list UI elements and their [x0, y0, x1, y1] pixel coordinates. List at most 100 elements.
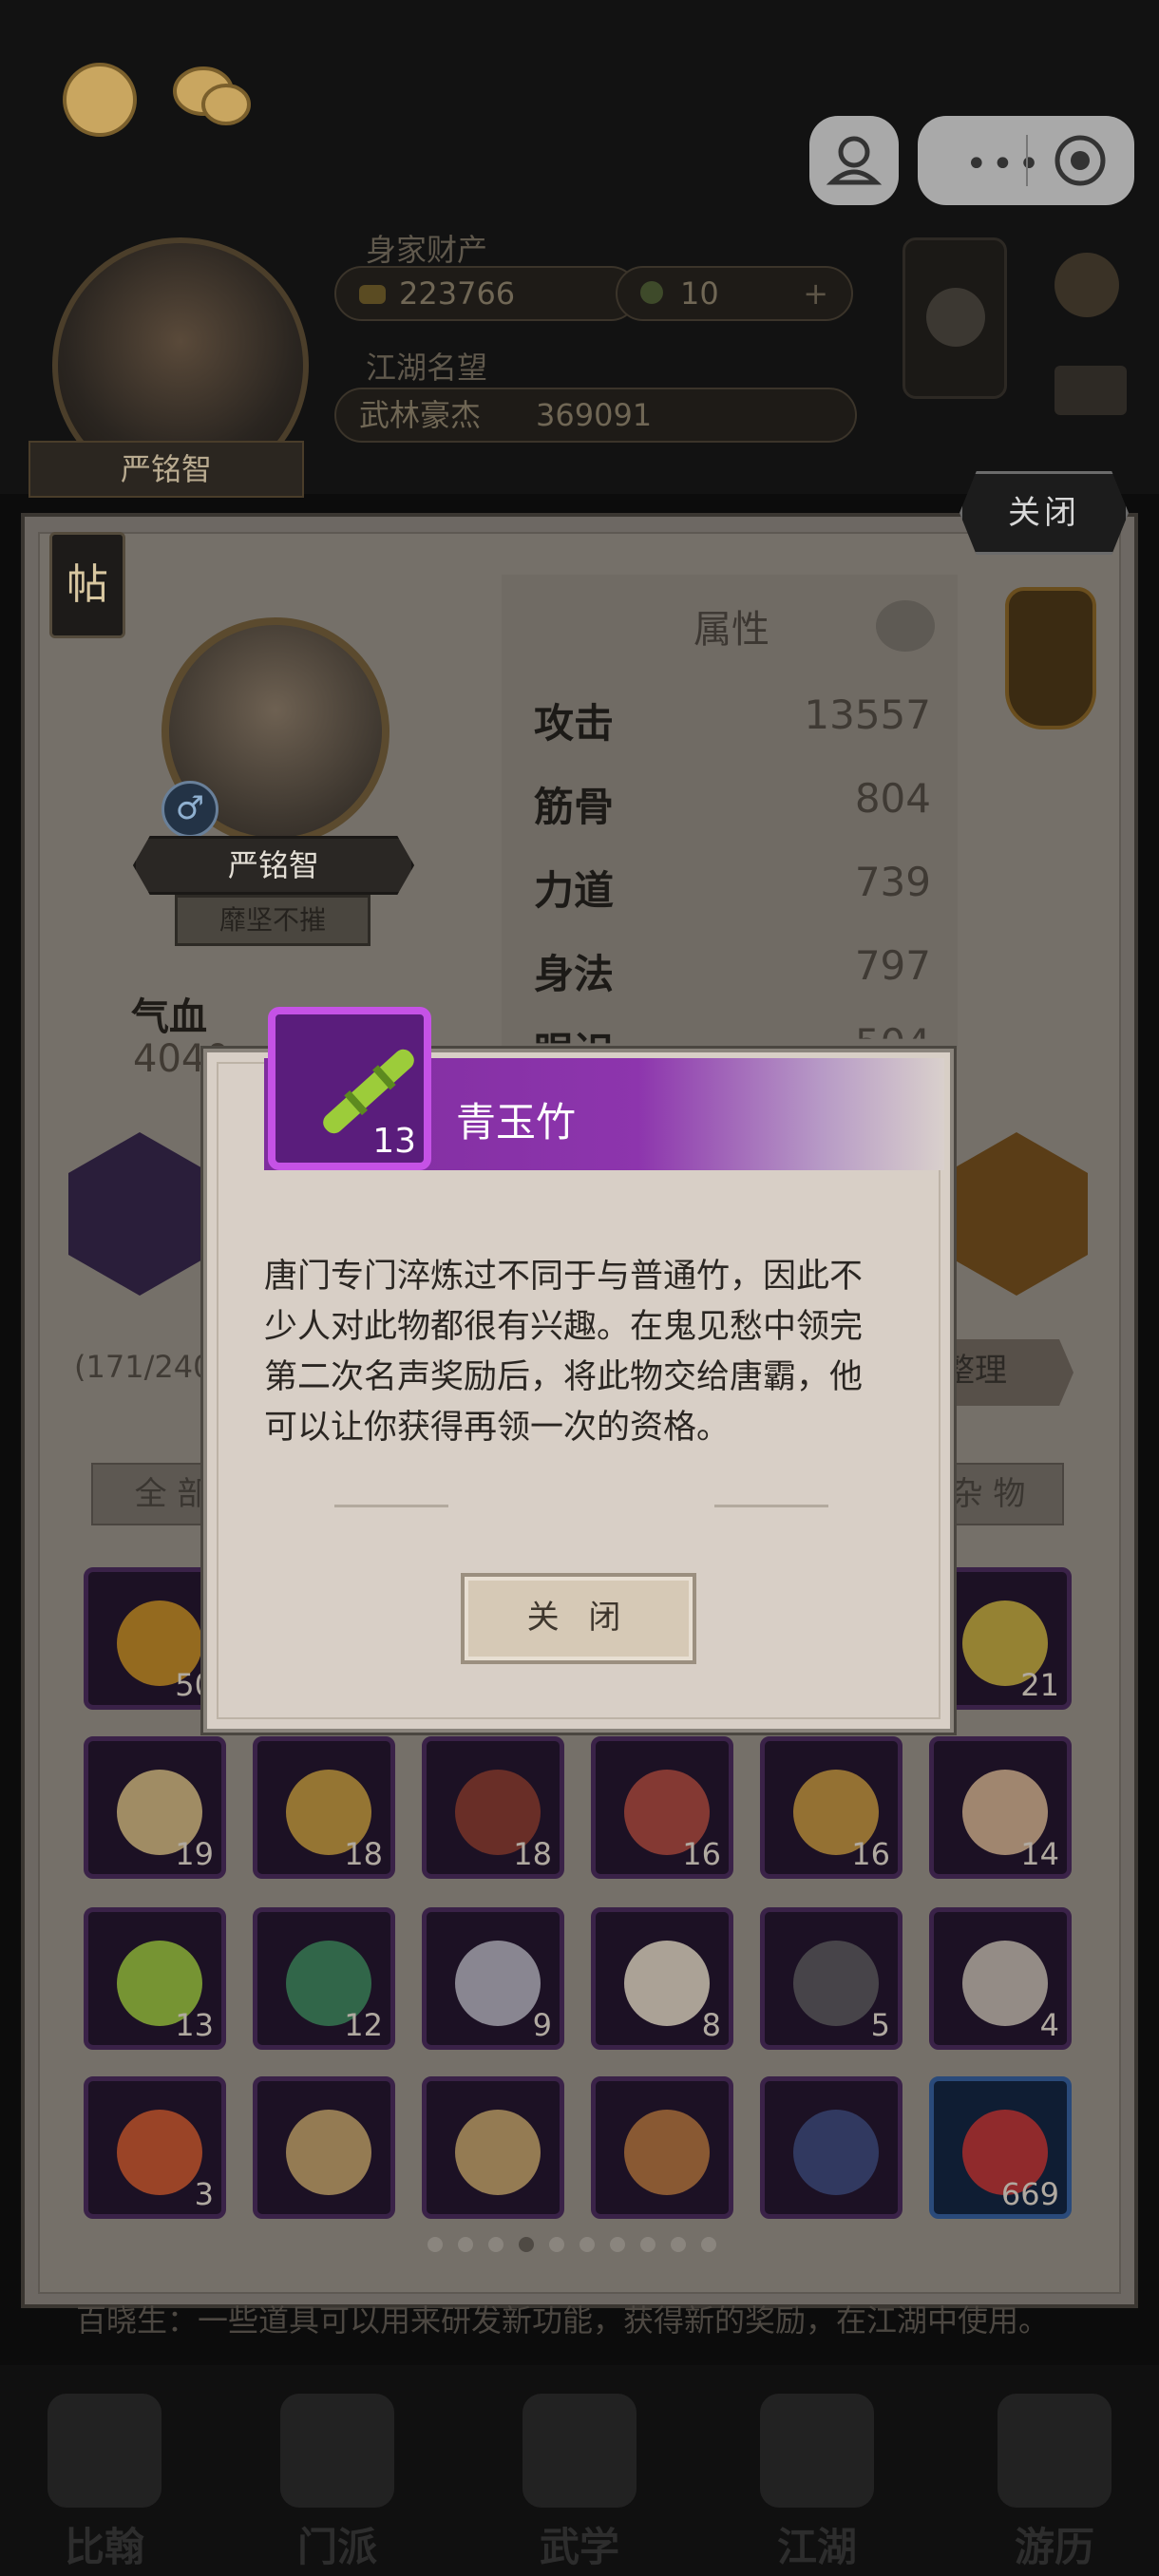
item-count: 13: [372, 1122, 416, 1161]
item-count: 14: [1020, 1836, 1059, 1872]
inventory-slot[interactable]: 12: [253, 1907, 395, 2050]
menu-divider: [1026, 135, 1028, 186]
item-count: 669: [1000, 2176, 1059, 2212]
nav-item-sect[interactable]: 门派: [252, 2394, 423, 2574]
nav-label: 游历: [1014, 2524, 1094, 2570]
jade-icon: [640, 281, 663, 304]
martial-icon: [522, 2394, 636, 2508]
page-dot[interactable]: [610, 2237, 625, 2252]
page-dot[interactable]: [580, 2237, 595, 2252]
item-name: 青玉竹: [456, 1099, 577, 1146]
jade-counter: 10 +: [616, 266, 853, 321]
attr-name-bone: 筋骨: [534, 784, 615, 830]
gold-value: 223766: [399, 275, 516, 312]
item-count: 8: [701, 2007, 721, 2043]
page-indicator: [428, 2237, 732, 2256]
page-dot[interactable]: [428, 2237, 443, 2252]
share-button[interactable]: [809, 116, 899, 205]
male-icon: ♂: [162, 781, 218, 838]
inventory-slot[interactable]: 669: [929, 2076, 1072, 2219]
inventory-slot[interactable]: [591, 2076, 733, 2219]
item-icon: [455, 2110, 541, 2195]
mail-icon[interactable]: [1054, 366, 1127, 415]
inventory-slot[interactable]: 14: [929, 1736, 1072, 1879]
inventory-slot[interactable]: 19: [84, 1736, 226, 1879]
item-count: 4: [1039, 2007, 1059, 2043]
yinyang-emblem[interactable]: [902, 237, 1007, 399]
close-miniprogram-icon[interactable]: [1051, 131, 1110, 190]
page-dot-active[interactable]: [519, 2237, 534, 2252]
page-dot[interactable]: [549, 2237, 564, 2252]
attr-name-agility: 身法: [534, 951, 615, 997]
item-count: 16: [851, 1836, 890, 1872]
page-dot[interactable]: [458, 2237, 473, 2252]
lantern-icon[interactable]: [1005, 587, 1096, 729]
bag-capacity: (171/240): [74, 1349, 224, 1385]
resources-label: 身家财产: [366, 232, 488, 268]
gold-icon: [359, 285, 386, 304]
inventory-slot[interactable]: 4: [929, 1907, 1072, 2050]
item-icon: [455, 1941, 541, 2026]
character-title[interactable]: 靡坚不摧: [175, 895, 370, 946]
page-dot[interactable]: [671, 2237, 686, 2252]
item-icon: [286, 2110, 371, 2195]
inventory-slot[interactable]: 5: [760, 1907, 902, 2050]
inventory-slot[interactable]: 18: [422, 1736, 564, 1879]
fame-title: 武林豪杰: [359, 397, 482, 433]
gear-icon[interactable]: [1054, 253, 1119, 317]
nav-label: 江湖: [776, 2524, 857, 2570]
attr-value-attack: 13557: [804, 691, 931, 738]
nav-item-jianghu[interactable]: 江湖: [732, 2394, 902, 2574]
divider-left: [334, 1505, 448, 1507]
page-dot[interactable]: [640, 2237, 656, 2252]
fame-label: 江湖名望: [366, 350, 488, 386]
attr-value-strength: 739: [854, 859, 931, 905]
nav-item-martial[interactable]: 武学: [494, 2394, 665, 2574]
item-icon: [793, 2110, 879, 2195]
item-icon: [962, 1941, 1048, 2026]
item-icon: [793, 1941, 879, 2026]
attr-name-attack: 攻击: [534, 700, 615, 747]
item-count: 18: [344, 1836, 383, 1872]
jianghu-icon: [760, 2394, 874, 2508]
item-count: 16: [682, 1836, 721, 1872]
inventory-slot[interactable]: [422, 2076, 564, 2219]
add-jade-button[interactable]: +: [803, 268, 828, 319]
dialog-close-button[interactable]: 关 闭: [461, 1573, 696, 1664]
inventory-slot[interactable]: 16: [760, 1736, 902, 1879]
item-count: 19: [175, 1836, 214, 1872]
inventory-slot[interactable]: 16: [591, 1736, 733, 1879]
inventory-slot[interactable]: [253, 2076, 395, 2219]
page-dot[interactable]: [488, 2237, 504, 2252]
nav-label: 武学: [539, 2524, 619, 2570]
more-icon[interactable]: •••: [965, 142, 1044, 186]
miniprogram-menu[interactable]: •••: [918, 116, 1134, 205]
inventory-slot[interactable]: 18: [253, 1736, 395, 1879]
inventory-slot[interactable]: 8: [591, 1907, 733, 2050]
tip-text: 百晓生：一些道具可以用来研发新功能，获得新的奖励，在江湖中使用。: [76, 2302, 1050, 2339]
nav-label: 门派: [296, 2524, 377, 2570]
chat-icon[interactable]: [171, 63, 253, 133]
jade-value: 10: [680, 275, 719, 312]
item-count: 3: [194, 2176, 214, 2212]
inventory-slot[interactable]: 3: [84, 2076, 226, 2219]
eye-icon[interactable]: [876, 600, 935, 652]
item-count: 21: [1020, 1667, 1059, 1703]
inventory-slot[interactable]: 13: [84, 1907, 226, 2050]
nav-item-travel[interactable]: 游历: [969, 2394, 1140, 2574]
fame-value: 369091: [536, 397, 653, 433]
item-icon: 13: [268, 1007, 431, 1170]
page-dot[interactable]: [701, 2237, 716, 2252]
item-icon: [624, 2110, 710, 2195]
attr-value-bone: 804: [854, 775, 931, 822]
item-count: 18: [513, 1836, 552, 1872]
hp-label: 气血: [131, 995, 207, 1039]
panel-close-button[interactable]: 关闭: [960, 471, 1129, 555]
nav-item-contest[interactable]: 比翰: [19, 2394, 190, 2574]
player-name: 严铭智: [28, 441, 304, 498]
item-description: 唐门专门淬炼过不同于与普通竹，因此不少人对此物都很有兴趣。在鬼见愁中领完第二次名…: [264, 1258, 864, 1447]
inventory-slot[interactable]: [760, 2076, 902, 2219]
avatar-icon[interactable]: [63, 63, 137, 137]
invitation-card-button[interactable]: 帖: [49, 532, 125, 638]
inventory-slot[interactable]: 9: [422, 1907, 564, 2050]
